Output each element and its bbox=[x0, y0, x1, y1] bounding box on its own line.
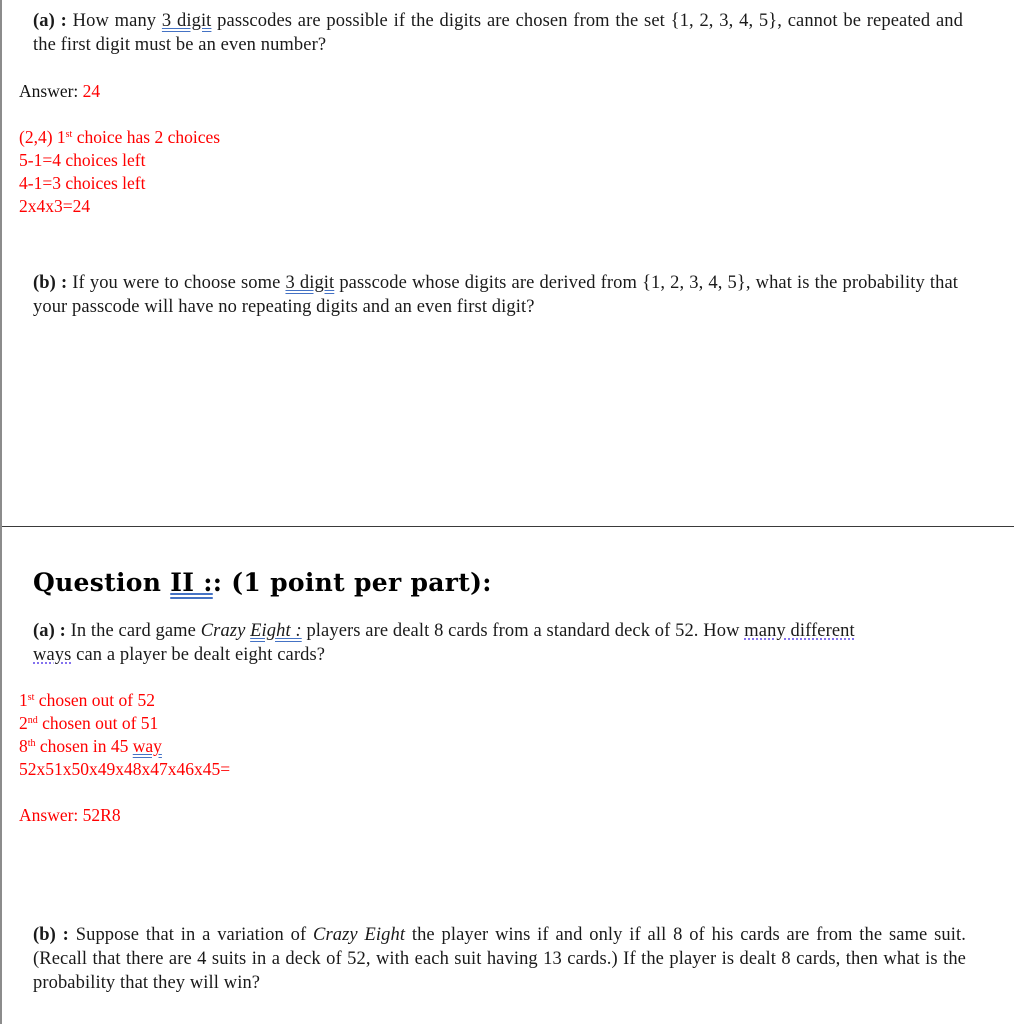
question-text: Suppose that in a variation of bbox=[75, 925, 314, 945]
work-text: 2x4x3=24 bbox=[19, 196, 91, 216]
work-1a: (2,4) 1st choice has 2 choices 5-1=4 cho… bbox=[19, 126, 220, 218]
game-name: Crazy Eight bbox=[313, 925, 406, 945]
work-line: (2,4) 1st choice has 2 choices bbox=[19, 126, 220, 149]
question-text: can a player be dealt eight cards? bbox=[71, 645, 326, 665]
part-label: (a) bbox=[33, 621, 55, 641]
superscript: th bbox=[27, 738, 36, 749]
question-text: If you were to choose some bbox=[72, 273, 286, 293]
work-text: 8 bbox=[19, 736, 28, 756]
work-text: chosen out of 52 bbox=[34, 690, 155, 710]
work-line: 5-1=4 choices left bbox=[19, 149, 220, 172]
question-heading: Question II :: (1 point per part): bbox=[33, 568, 492, 598]
answer-2a: Answer: 52R8 bbox=[19, 804, 121, 827]
page-left-border bbox=[0, 0, 2, 1024]
work-2a: 1st chosen out of 52 2nd chosen out of 5… bbox=[19, 689, 230, 781]
section-divider bbox=[2, 526, 1014, 527]
work-line: 2nd chosen out of 51 bbox=[19, 712, 230, 735]
work-text: 2 bbox=[19, 713, 28, 733]
part-label: (a) bbox=[33, 11, 55, 31]
grammar-flag[interactable]: II : bbox=[170, 568, 213, 597]
question-text: players are dealt 8 cards from a standar… bbox=[301, 621, 745, 641]
work-line: 2x4x3=24 bbox=[19, 195, 220, 218]
question-text: How many bbox=[72, 11, 162, 31]
work-line: 52x51x50x49x48x47x46x45= bbox=[19, 758, 230, 781]
question-1a: (a) : How many 3 digit passcodes are pos… bbox=[33, 9, 963, 57]
question-2a: (a) : In the card game Crazy Eight : pla… bbox=[33, 619, 973, 667]
style-flag[interactable]: ways bbox=[33, 645, 71, 665]
question-text: In the card game bbox=[70, 621, 201, 641]
work-text: 4-1=3 choices left bbox=[19, 173, 146, 193]
style-flag[interactable]: many different bbox=[744, 621, 854, 641]
part-separator: : bbox=[55, 925, 76, 945]
work-text: 1 bbox=[19, 690, 28, 710]
grammar-flag[interactable]: 3 digit bbox=[285, 273, 334, 293]
answer-1a: Answer: 24 bbox=[19, 80, 100, 103]
work-line: 1st chosen out of 52 bbox=[19, 689, 230, 712]
work-text: choice has 2 choices bbox=[72, 127, 221, 147]
grammar-flag[interactable]: way bbox=[133, 736, 162, 756]
work-line: 8th chosen in 45 way bbox=[19, 735, 230, 758]
part-separator: : bbox=[54, 11, 73, 31]
work-text: 52x51x50x49x48x47x46x45= bbox=[19, 759, 231, 779]
game-name: Crazy bbox=[200, 621, 251, 641]
grammar-flag[interactable]: 3 digit bbox=[162, 11, 212, 31]
work-text: 5-1=4 choices left bbox=[19, 150, 146, 170]
answer-text: Answer: 52R8 bbox=[19, 805, 121, 825]
question-2b: (b) : Suppose that in a variation of Cra… bbox=[33, 923, 966, 995]
heading-text: : (1 point per part): bbox=[212, 568, 492, 597]
heading-text: Question bbox=[33, 568, 171, 597]
part-label: (b) bbox=[33, 273, 56, 293]
work-text: (2,4) 1 bbox=[19, 127, 66, 147]
answer-label: Answer: bbox=[19, 81, 83, 101]
superscript: nd bbox=[27, 715, 38, 726]
part-label: (b) bbox=[33, 925, 56, 945]
work-text: chosen in 45 bbox=[35, 736, 133, 756]
question-1b: (b) : If you were to choose some 3 digit… bbox=[33, 271, 958, 319]
part-separator: : bbox=[55, 273, 73, 293]
part-separator: : bbox=[54, 621, 71, 641]
work-text: chosen out of 51 bbox=[37, 713, 159, 733]
grammar-flag[interactable]: Eight : bbox=[250, 621, 302, 641]
answer-value: 24 bbox=[82, 81, 101, 101]
work-line: 4-1=3 choices left bbox=[19, 172, 220, 195]
